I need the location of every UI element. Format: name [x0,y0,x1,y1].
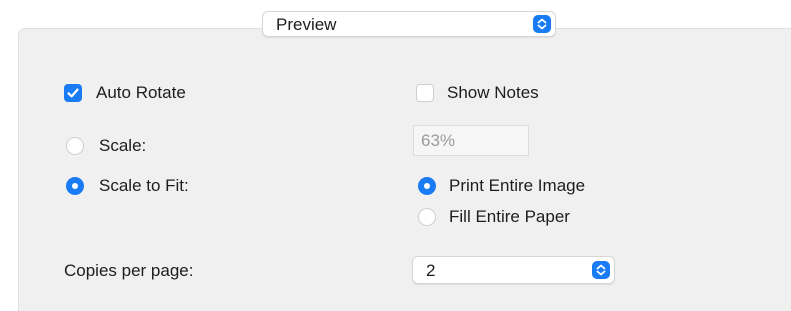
chevron-up-down-icon [533,15,551,33]
scale-to-fit-label: Scale to Fit: [99,176,189,195]
scale-radio[interactable] [66,137,84,155]
print-entire-image-radio[interactable] [418,177,436,195]
copies-per-page-popup[interactable]: 2 [412,256,615,284]
scale-percent-field[interactable]: 63% [413,125,529,156]
auto-rotate-checkbox[interactable] [64,84,82,102]
copies-per-page-label: Copies per page: [64,261,194,280]
show-notes-label: Show Notes [447,83,539,102]
scale-percent-value: 63% [421,131,456,150]
checkmark-icon [67,88,79,98]
scale-label: Scale: [99,136,147,155]
fill-entire-paper-radio[interactable] [418,208,436,226]
show-notes-checkbox[interactable] [416,84,434,102]
auto-rotate-label: Auto Rotate [96,83,186,102]
app-section-popup[interactable]: Preview [262,11,556,37]
app-section-popup-value: Preview [276,15,337,34]
print-entire-image-label: Print Entire Image [449,176,586,195]
chevron-up-down-icon [592,261,610,279]
copies-per-page-value: 2 [426,261,436,280]
fill-entire-paper-label: Fill Entire Paper [449,207,570,226]
scale-to-fit-radio[interactable] [66,177,84,195]
